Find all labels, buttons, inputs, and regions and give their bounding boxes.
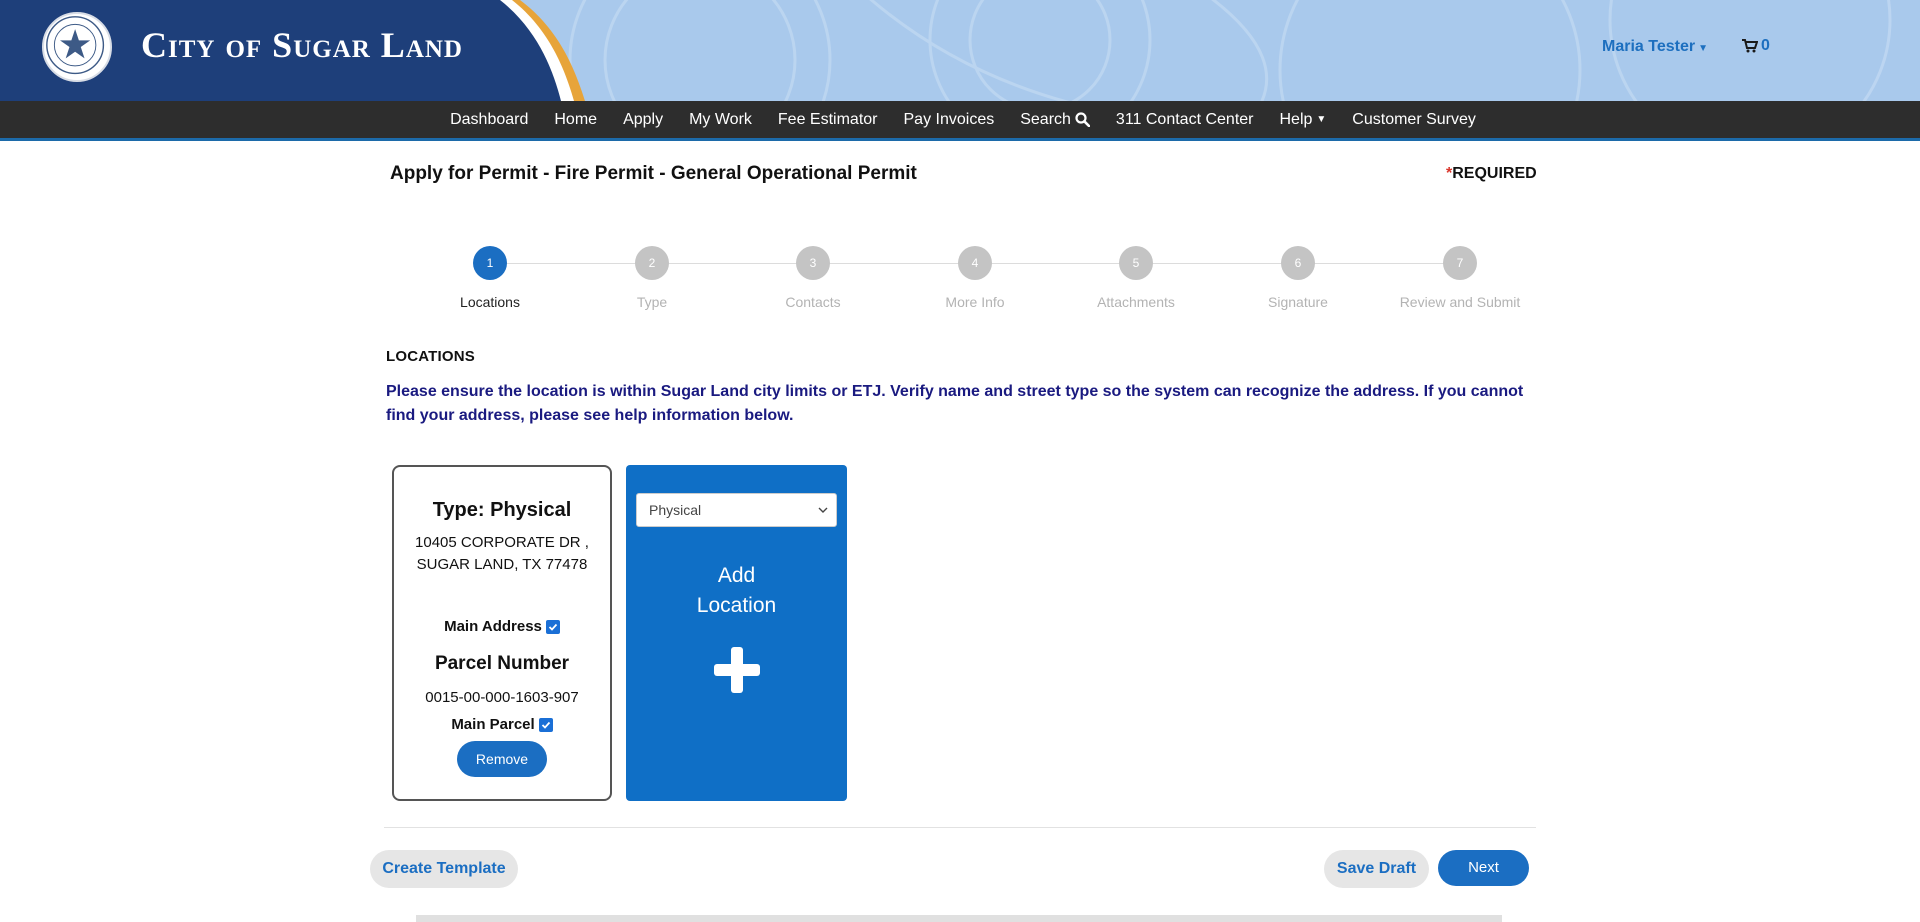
add-location-label: Add Location [626, 561, 847, 621]
city-seal-logo[interactable] [42, 12, 112, 82]
step-number: 3 [796, 246, 830, 280]
location-card: Type: Physical 10405 CORPORATE DR , SUGA… [392, 465, 612, 801]
nav-label: Dashboard [450, 110, 529, 128]
locations-heading: LOCATIONS [386, 348, 476, 365]
nav-customer-survey[interactable]: Customer Survey [1339, 111, 1489, 129]
save-draft-button[interactable]: Save Draft [1324, 850, 1429, 888]
nav-pay-invoices[interactable]: Pay Invoices [891, 111, 1008, 129]
step-number: 4 [958, 246, 992, 280]
create-template-button[interactable]: Create Template [370, 850, 518, 888]
step-locations[interactable]: 1 Locations [420, 246, 560, 310]
step-number: 1 [473, 246, 507, 280]
location-notice: Please ensure the location is within Sug… [386, 383, 1524, 424]
step-type[interactable]: 2 Type [582, 246, 722, 310]
add-location-label-line2: Location [696, 594, 777, 617]
location-address: 10405 CORPORATE DR , SUGAR LAND, TX 7747… [394, 532, 610, 576]
page-title: Apply for Permit - Fire Permit - General… [390, 163, 917, 184]
header-banner: City of Sugar Land Maria Tester ▼ 0 [0, 0, 1920, 101]
add-location-label-line1: Add [717, 564, 756, 587]
chevron-down-icon [818, 507, 828, 513]
step-label: Review and Submit [1399, 294, 1521, 310]
location-type-select-value: Physical [649, 502, 702, 518]
nav-label: Home [554, 110, 598, 128]
nav-label: My Work [689, 110, 752, 128]
step-label: Type [636, 294, 668, 310]
nav-help[interactable]: Help ▼ [1266, 111, 1339, 129]
nav-label: Fee Estimator [777, 110, 878, 128]
nav-311-contact-center[interactable]: 311 Contact Center [1103, 111, 1267, 129]
city-name-title[interactable]: City of Sugar Land [141, 24, 463, 66]
plus-icon [714, 647, 760, 693]
main-nav: Dashboard Home Apply My Work Fee Estimat… [0, 101, 1920, 141]
remove-location-button[interactable]: Remove [457, 741, 547, 777]
nav-fee-estimator[interactable]: Fee Estimator [765, 111, 891, 129]
check-icon [541, 721, 550, 729]
address-line-2: SUGAR LAND, TX 77478 [416, 556, 588, 573]
step-signature[interactable]: 6 Signature [1228, 246, 1368, 310]
location-type: Type: Physical [432, 499, 572, 521]
progress-stepper: 1 Locations 2 Type 3 Contacts 4 More Inf… [420, 246, 1530, 326]
step-label: More Info [945, 294, 1005, 310]
main-parcel-label: Main Parcel [451, 716, 535, 733]
nav-label: 311 Contact Center [1115, 110, 1254, 128]
nav-label: Pay Invoices [903, 110, 995, 128]
main-address-row: Main Address [394, 618, 610, 635]
cart-icon [1742, 39, 1758, 53]
address-line-1: 10405 CORPORATE DR , [415, 534, 589, 551]
nav-search[interactable]: Search [1007, 111, 1103, 129]
step-label: Signature [1268, 294, 1328, 310]
nav-list: Dashboard Home Apply My Work Fee Estimat… [437, 111, 1489, 129]
nav-label: Apply [623, 110, 664, 128]
nav-label: Customer Survey [1352, 110, 1476, 128]
main-address-checkbox[interactable] [545, 619, 560, 634]
main-parcel-row: Main Parcel [394, 716, 610, 733]
nav-home[interactable]: Home [541, 111, 610, 129]
step-more-info[interactable]: 4 More Info [905, 246, 1045, 310]
nav-apply[interactable]: Apply [610, 111, 676, 129]
step-label: Contacts [785, 294, 841, 310]
search-icon [1075, 112, 1090, 127]
required-label: REQUIRED [1452, 165, 1537, 182]
nav-my-work[interactable]: My Work [676, 111, 765, 129]
step-number: 5 [1119, 246, 1153, 280]
parcel-number-value: 0015-00-000-1603-907 [425, 689, 579, 706]
caret-down-icon: ▼ [1698, 43, 1708, 54]
nav-label: Help [1279, 110, 1313, 128]
cart-count: 0 [1761, 37, 1770, 54]
seal-star-icon [46, 16, 105, 75]
user-menu[interactable]: Maria Tester ▼ [1602, 38, 1708, 56]
step-number: 2 [635, 246, 669, 280]
nav-label: Search [1020, 110, 1071, 128]
step-number: 6 [1281, 246, 1315, 280]
main-parcel-checkbox[interactable] [538, 717, 553, 732]
main-address-label: Main Address [444, 618, 542, 635]
nav-dashboard[interactable]: Dashboard [437, 111, 541, 129]
parcel-number-title: Parcel Number [434, 653, 570, 674]
location-type-select[interactable]: Physical [636, 493, 837, 527]
add-location-tile[interactable]: Physical Add Location [626, 465, 847, 801]
bottom-panel-edge [416, 915, 1502, 922]
next-button[interactable]: Next [1438, 850, 1529, 886]
cart-button[interactable]: 0 [1742, 37, 1770, 55]
step-attachments[interactable]: 5 Attachments [1066, 246, 1206, 310]
user-name: Maria Tester [1602, 38, 1696, 55]
section-divider [384, 827, 1536, 828]
step-number: 7 [1443, 246, 1477, 280]
step-label: Attachments [1097, 294, 1175, 310]
step-review-and-submit[interactable]: 7 Review and Submit [1390, 246, 1530, 310]
caret-down-icon: ▼ [1316, 114, 1327, 125]
step-contacts[interactable]: 3 Contacts [743, 246, 883, 310]
required-indicator: *REQUIRED [1446, 165, 1537, 183]
step-label: Locations [460, 294, 520, 310]
check-icon [548, 623, 558, 631]
